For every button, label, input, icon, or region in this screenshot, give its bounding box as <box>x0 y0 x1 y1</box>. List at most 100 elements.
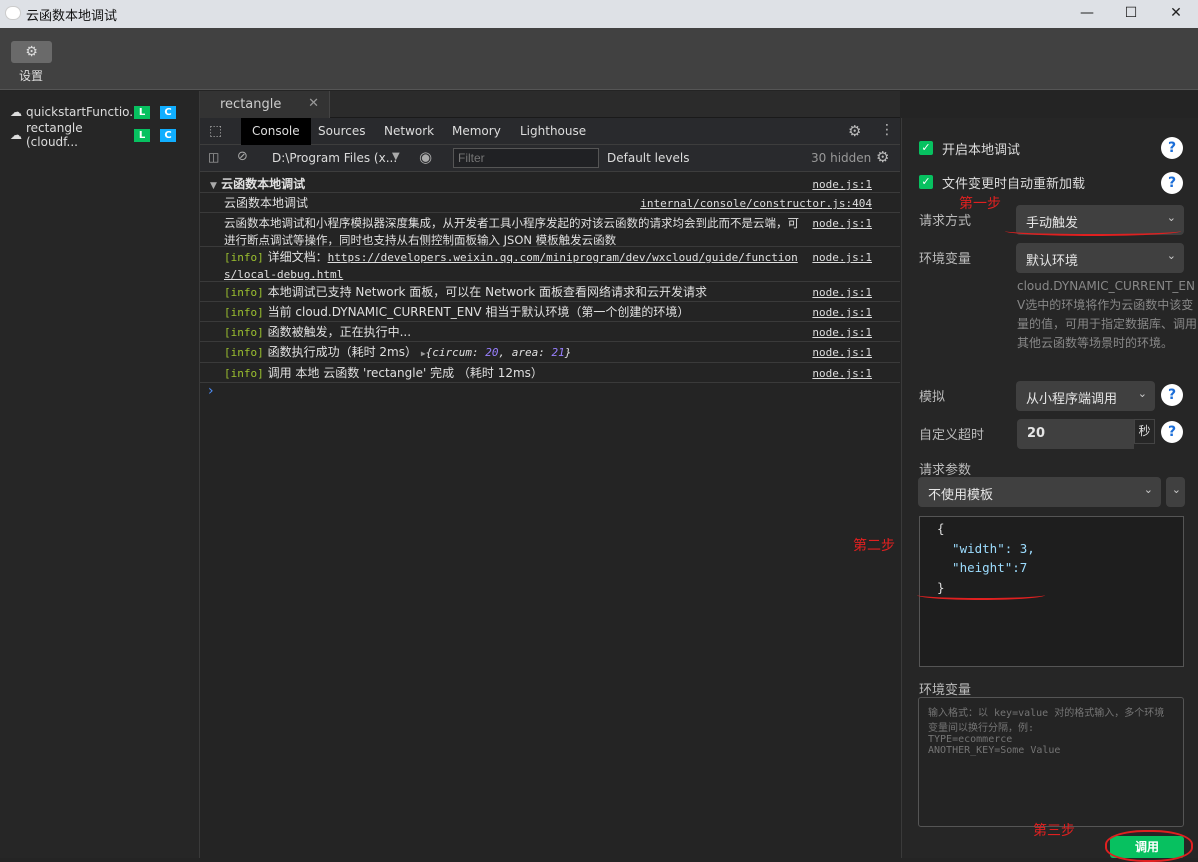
debug-control-panel: ✓ 开启本地调试 ? ✓ 文件变更时自动重新加载 ? 第一步 请求方式 手动触发… <box>901 118 1198 862</box>
console-row: [info] 调用 本地 云函数 'rectangle' 完成 （耗时 12ms… <box>200 363 900 383</box>
json-line: { <box>937 521 945 536</box>
auto-reload-checkbox[interactable]: ✓ <box>919 175 933 189</box>
log-message: 调用 本地 云函数 'rectangle' 完成 （耗时 12ms） <box>267 366 543 380</box>
chevron-down-icon: ⌄ <box>1171 483 1181 496</box>
console-toolbar: ◫ ⊘ D:\Program Files (x... ▼ ◉ Default l… <box>200 145 900 172</box>
function-item[interactable]: ☁ rectangle (cloudf... L C <box>10 121 176 149</box>
enable-local-debug-label: 开启本地调试 <box>942 143 1021 158</box>
object-key: area <box>511 346 539 359</box>
info-tag: [info] <box>224 251 264 264</box>
annotation-step3: 第三步 <box>1033 823 1075 839</box>
annotation-circle <box>1105 830 1193 862</box>
more-options-icon[interactable]: ⋮ <box>880 122 894 138</box>
tab-sources[interactable]: Sources <box>307 118 376 145</box>
log-levels-dropdown[interactable]: Default levels <box>607 151 689 165</box>
annotation-step2: 第二步 <box>853 538 895 554</box>
env-select[interactable]: 默认环境 ⌄ <box>1016 243 1184 273</box>
context-selector[interactable]: D:\Program Files (x... <box>272 151 397 165</box>
console-settings-icon[interactable]: ⚙ <box>876 148 889 166</box>
source-link[interactable]: node.js:1 <box>812 304 872 321</box>
cloud-badge: C <box>160 128 176 142</box>
console-row: [info] 当前 cloud.DYNAMIC_CURRENT_ENV 相当于默… <box>200 302 900 322</box>
expand-triangle-icon: ▶ <box>420 349 426 358</box>
filter-input[interactable] <box>453 148 599 168</box>
env-help-text: cloud.DYNAMIC_CURRENT_ENV选中的环境将作为云函数中该变量… <box>1017 279 1198 350</box>
console-group[interactable]: ▼ 云函数本地调试 node.js:1 <box>200 174 900 193</box>
title-bar: 云函数本地调试 — ☐ ✕ <box>0 0 1198 28</box>
console-row: 云函数本地调试 internal/console/constructor.js:… <box>200 193 900 213</box>
eye-icon[interactable]: ◉ <box>419 148 432 166</box>
local-badge: L <box>134 105 150 119</box>
timeout-input[interactable]: 20 <box>1017 419 1134 449</box>
params-label: 请求参数 <box>919 463 972 478</box>
annotation-underline <box>917 590 1045 600</box>
gear-icon: ⚙ <box>25 44 38 60</box>
log-message: 函数执行成功（耗时 2ms） <box>267 345 417 359</box>
log-message: 函数被触发，正在执行中... <box>267 325 412 339</box>
env-label: 环境变量 <box>919 252 972 267</box>
source-link[interactable]: node.js:1 <box>812 249 872 266</box>
template-select[interactable]: 不使用模板 ⌄ <box>918 477 1161 507</box>
function-list: ☁ quickstartFunctio... L C ☁ rectangle (… <box>0 91 200 858</box>
source-link[interactable]: node.js:1 <box>812 324 872 341</box>
log-message: 当前 cloud.DYNAMIC_CURRENT_ENV 相当于默认环境（第一个… <box>267 305 690 319</box>
source-link[interactable]: node.js:1 <box>812 284 872 301</box>
template-menu-button[interactable]: ⌄ <box>1166 477 1185 507</box>
object-value: 21 <box>551 346 565 359</box>
close-icon[interactable]: ✕ <box>1164 2 1188 24</box>
annotation-underline <box>1005 226 1181 236</box>
function-item[interactable]: ☁ quickstartFunctio... L C <box>10 102 176 122</box>
info-tag: [info] <box>224 306 264 319</box>
caret-down-icon: ▼ <box>392 151 400 162</box>
json-line: "width": 3, <box>937 540 1035 556</box>
env-vars-textarea[interactable] <box>918 697 1184 827</box>
log-message: 详细文档： <box>267 250 328 264</box>
help-icon[interactable]: ? <box>1161 421 1183 443</box>
source-link[interactable]: node.js:1 <box>812 215 872 232</box>
local-badge: L <box>134 128 150 142</box>
object-key: circum <box>432 346 473 359</box>
tab-lighthouse[interactable]: Lighthouse <box>509 118 597 145</box>
devtools-settings-icon[interactable]: ⚙ <box>848 122 861 140</box>
console-row: 云函数本地调试和小程序模拟器深度集成，从开发者工具小程序发起的对该云函数的请求均… <box>200 213 900 247</box>
editor-tab-bar: rectangle ✕ <box>200 91 900 118</box>
tab-network[interactable]: Network <box>373 118 445 145</box>
console-row: [info] 本地调试已支持 Network 面板，可以在 Network 面板… <box>200 282 900 302</box>
info-tag: [info] <box>224 286 264 299</box>
json-line: "height":7 <box>937 560 1028 575</box>
source-link[interactable]: internal/console/constructor.js:404 <box>640 195 872 212</box>
info-tag: [info] <box>224 346 264 359</box>
clear-console-icon[interactable]: ⊘ <box>237 149 248 164</box>
settings-button[interactable]: ⚙ <box>11 41 52 63</box>
info-tag: [info] <box>224 326 264 339</box>
source-link[interactable]: node.js:1 <box>812 344 872 361</box>
minimize-icon[interactable]: — <box>1075 2 1099 24</box>
source-link[interactable]: node.js:1 <box>812 365 872 382</box>
source-link[interactable]: node.js:1 <box>812 176 872 193</box>
inspect-element-icon[interactable]: ⬚ <box>209 123 222 139</box>
tab-rectangle[interactable]: rectangle ✕ <box>200 91 330 118</box>
console-row: [info] 详细文档：https://developers.weixin.qq… <box>200 247 900 282</box>
help-icon[interactable]: ? <box>1161 172 1183 194</box>
console-prompt[interactable]: › <box>208 383 214 399</box>
log-message: 云函数本地调试和小程序模拟器深度集成，从开发者工具小程序发起的对该云函数的请求均… <box>224 216 799 247</box>
simulate-select[interactable]: 从小程序端调用 ⌄ <box>1016 381 1155 411</box>
enable-local-debug-checkbox[interactable]: ✓ <box>919 141 933 155</box>
app-logo-icon <box>5 6 21 20</box>
close-tab-icon[interactable]: ✕ <box>308 96 319 111</box>
function-name: quickstartFunctio... <box>26 105 141 119</box>
result-object[interactable]: ▶{circum: 20, area: 21} <box>421 346 572 359</box>
help-icon[interactable]: ? <box>1161 137 1183 159</box>
select-value: 默认环境 <box>1026 254 1079 269</box>
simulate-label: 模拟 <box>919 390 946 405</box>
sidebar-toggle-icon[interactable]: ◫ <box>208 150 219 164</box>
log-message: 本地调试已支持 Network 面板，可以在 Network 面板查看网络请求和… <box>267 285 708 299</box>
console-row: [info] 函数执行成功（耗时 2ms） ▶{circum: 20, area… <box>200 342 900 363</box>
select-value: 不使用模板 <box>928 488 994 503</box>
tab-memory[interactable]: Memory <box>441 118 512 145</box>
maximize-icon[interactable]: ☐ <box>1119 2 1143 24</box>
window-title: 云函数本地调试 <box>26 9 118 24</box>
cloud-icon: ☁ <box>10 128 22 142</box>
tab-console[interactable]: Console <box>241 118 311 145</box>
help-icon[interactable]: ? <box>1161 384 1183 406</box>
